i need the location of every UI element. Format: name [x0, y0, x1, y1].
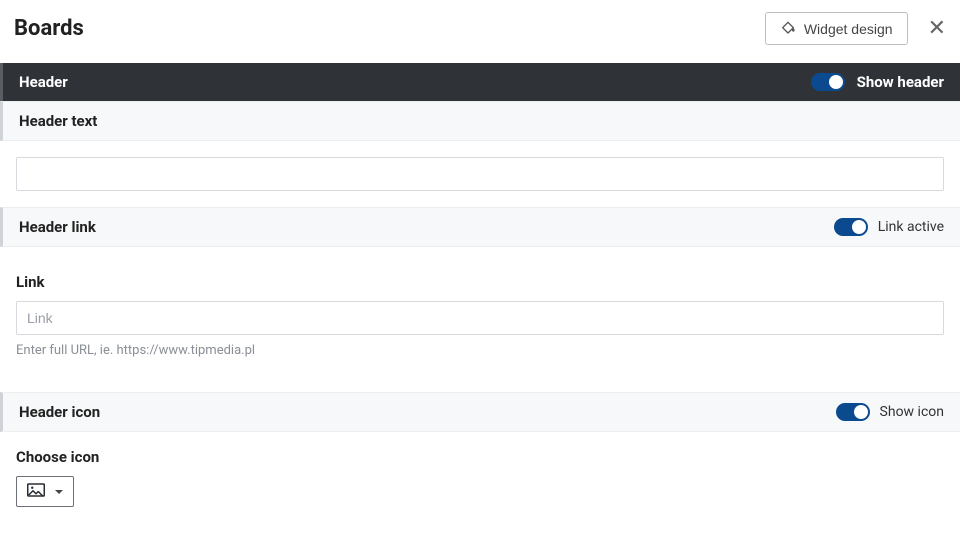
show-header-label: Show header [857, 73, 944, 91]
header-text-input[interactable] [16, 157, 944, 191]
link-field-label: Link [16, 273, 944, 291]
section-header-text: Header text [0, 101, 960, 141]
show-header-toggle[interactable] [811, 73, 845, 91]
link-hint: Enter full URL, ie. https://www.tipmedia… [16, 343, 944, 358]
image-icon [27, 483, 45, 500]
link-active-toggle[interactable] [834, 218, 868, 236]
section-header-link: Header link Link active [0, 207, 960, 247]
close-icon[interactable]: ✕ [928, 18, 946, 40]
show-icon-label: Show icon [880, 404, 944, 420]
header-link-body: Link Enter full URL, ie. https://www.tip… [0, 247, 960, 374]
section-header-icon: Header icon Show icon [0, 392, 960, 432]
chevron-down-icon [55, 490, 63, 494]
header-link-right: Link active [834, 218, 944, 236]
top-right: Widget design ✕ [765, 12, 946, 45]
header-text-title: Header text [19, 112, 97, 130]
section-header: Header Show header [0, 63, 960, 101]
widget-design-button[interactable]: Widget design [765, 12, 908, 45]
choose-icon-label: Choose icon [16, 448, 944, 466]
section-header-right: Show header [811, 73, 944, 91]
header-icon-right: Show icon [836, 403, 944, 421]
link-input[interactable] [16, 301, 944, 335]
header-icon-body: Choose icon [0, 432, 960, 523]
show-icon-toggle[interactable] [836, 403, 870, 421]
section-header-title: Header [19, 73, 68, 91]
paint-bucket-icon [780, 19, 796, 38]
link-active-label: Link active [878, 219, 944, 235]
widget-design-label: Widget design [804, 21, 893, 37]
header-text-body [0, 141, 960, 207]
header-icon-title: Header icon [19, 403, 100, 421]
topbar: Boards Widget design ✕ [0, 0, 960, 63]
header-link-title: Header link [19, 218, 96, 236]
choose-icon-button[interactable] [16, 476, 74, 507]
page-title: Boards [14, 16, 84, 41]
